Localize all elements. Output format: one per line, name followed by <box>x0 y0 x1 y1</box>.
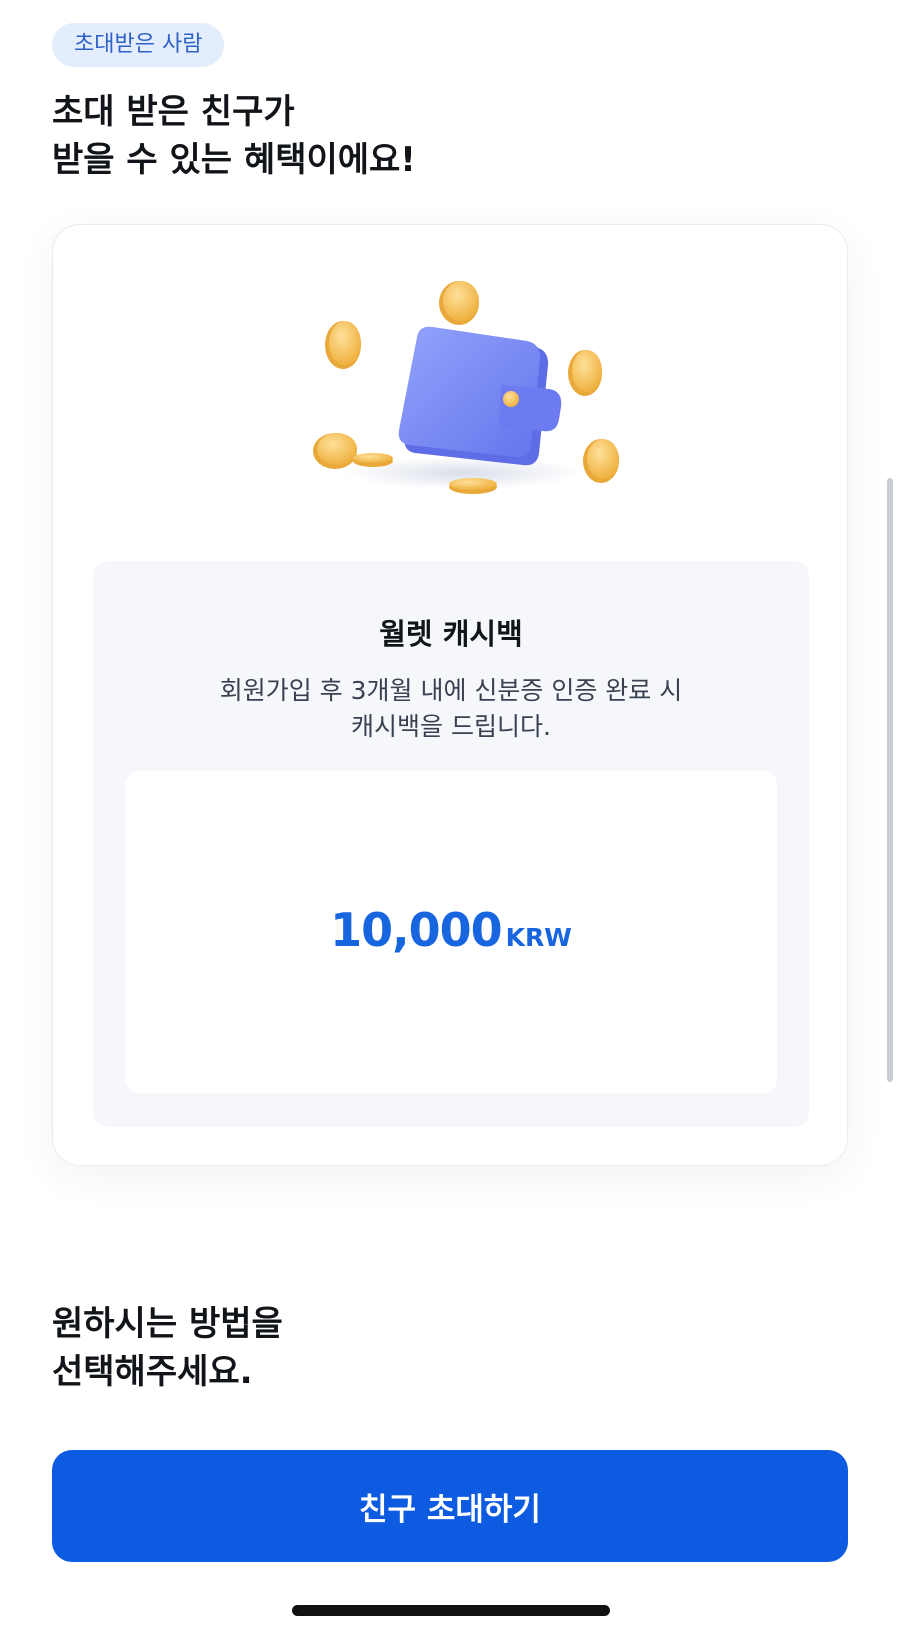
scrollbar[interactable] <box>887 478 893 1082</box>
cashback-amount: 10,000 KRW <box>125 903 777 957</box>
benefit-card: 월렛 캐시백 회원가입 후 3개월 내에 신분증 인증 완료 시 캐시백을 드립… <box>52 224 848 1166</box>
wallet-with-coins-icon <box>313 281 619 494</box>
cashback-description: 회원가입 후 3개월 내에 신분증 인증 완료 시 캐시백을 드립니다. <box>93 673 809 745</box>
coin-icon <box>313 433 357 469</box>
amount-value: 10,000 <box>330 903 503 957</box>
home-indicator[interactable] <box>292 1605 610 1616</box>
page-title-line-2: 받을 수 있는 혜택이에요! <box>52 140 416 180</box>
wallet-icon <box>398 326 562 466</box>
choose-method-line-1: 원하시는 방법을 <box>52 1304 283 1344</box>
coin-icon <box>449 478 497 494</box>
cashback-title: 월렛 캐시백 <box>379 617 523 651</box>
amount-box: 10,000 KRW <box>125 771 777 1093</box>
cashback-box: 월렛 캐시백 회원가입 후 3개월 내에 신분증 인증 완료 시 캐시백을 드립… <box>93 561 809 1127</box>
cashback-description-line-2: 캐시백을 드립니다. <box>351 712 551 741</box>
cashback-description-line-1: 회원가입 후 3개월 내에 신분증 인증 완료 시 <box>219 676 683 705</box>
choose-method-line-2: 선택해주세요. <box>52 1352 253 1392</box>
coin-icon <box>353 453 393 467</box>
invitee-badge: 초대받은 사람 <box>52 23 225 67</box>
coin-icon <box>568 350 602 396</box>
coin-icon <box>325 321 361 369</box>
coin-icon <box>439 281 479 325</box>
page-title: 초대 받은 친구가 받을 수 있는 혜택이에요! <box>52 88 416 184</box>
invite-friend-button[interactable]: 친구 초대하기 <box>52 1450 848 1562</box>
page-title-line-1: 초대 받은 친구가 <box>52 92 295 132</box>
amount-unit: KRW <box>505 923 572 952</box>
invite-benefit-screen: 초대받은 사람 초대 받은 친구가 받을 수 있는 혜택이에요! 월렛 캐시백 … <box>0 0 900 1632</box>
choose-method-title: 원하시는 방법을 선택해주세요. <box>52 1300 283 1396</box>
coin-icon <box>583 439 619 483</box>
